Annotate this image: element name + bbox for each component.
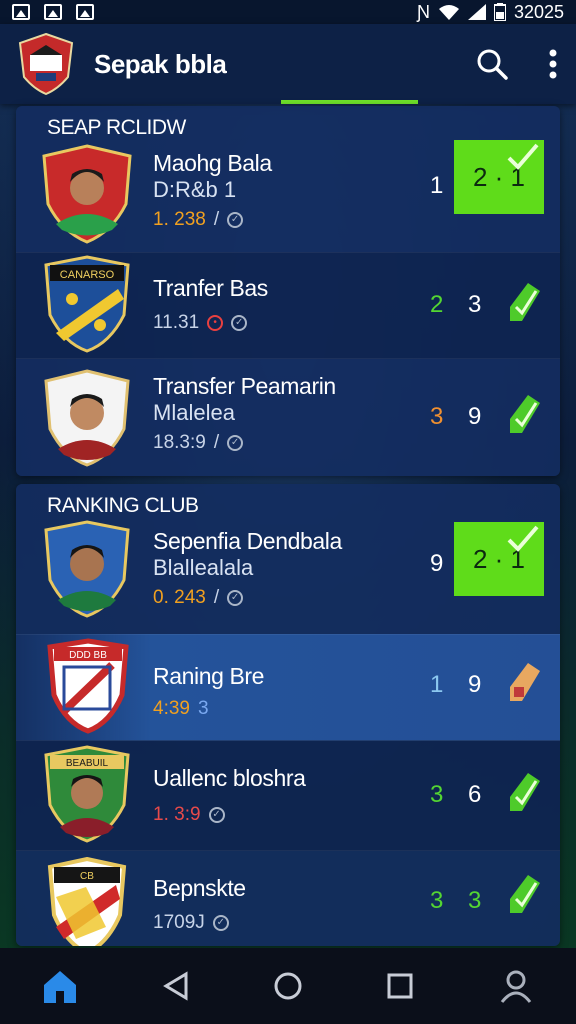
club-crest: CANARSO — [44, 255, 130, 353]
section-ranking-panel: RANKING CLUB Sepenfia Dendbala Blalleala… — [16, 484, 560, 946]
player-avatar — [44, 369, 130, 467]
slash-separator: / — [213, 209, 220, 230]
row-meta-value: 11.31 — [153, 312, 200, 333]
win-tag-icon[interactable] — [506, 771, 540, 811]
club-crest: CB — [47, 857, 127, 946]
player-avatar — [44, 520, 130, 618]
win-tag-icon[interactable] — [506, 281, 540, 321]
score-left: 1 — [430, 172, 444, 199]
signal-icon — [467, 4, 486, 20]
score-right: 9 — [468, 671, 482, 698]
home-circle-icon[interactable] — [273, 971, 303, 1001]
score-result-box[interactable]: 2 · 1 — [454, 140, 544, 214]
check-icon — [507, 143, 539, 170]
row-name: Transfer Peamarin — [153, 373, 336, 399]
back-icon[interactable] — [162, 971, 189, 1001]
home-icon[interactable] — [42, 969, 78, 1003]
verified-icon: ✓ — [208, 807, 225, 823]
battery-icon — [493, 3, 506, 21]
row-name: Sepenfia Dendbala — [153, 528, 342, 554]
slash-separator: / — [213, 432, 220, 453]
row-meta-value: 4:39 — [153, 698, 190, 719]
score-left: 2 — [430, 291, 444, 318]
search-icon[interactable] — [476, 48, 508, 80]
score-result-box[interactable]: 2 · 1 — [454, 522, 544, 596]
score-right: 3 — [468, 887, 482, 914]
score-right: 9 — [468, 403, 482, 430]
win-tag-icon[interactable] — [506, 873, 540, 913]
list-item[interactable]: CB Bepnskte 1709J ✓ 3 3 — [16, 850, 560, 946]
row-subtitle: Mlalelea — [153, 400, 235, 425]
score-left: 3 — [430, 887, 444, 914]
list-item[interactable]: Transfer Peamarin Mlalelea 18.3:9 / ✓ 3 … — [16, 358, 560, 476]
verified-icon: ✓ — [231, 315, 248, 331]
row-meta-value: 1. 238 — [153, 209, 206, 230]
row-name: Tranfer Bas — [153, 275, 268, 301]
verified-icon: ✓ — [227, 590, 244, 606]
section-title: SEAP RCLIDW — [47, 116, 186, 139]
score-left: 3 — [430, 781, 444, 808]
status-bar: Ɲ 32025 — [0, 0, 576, 24]
list-item[interactable]: BEABUIL Uallenc bloshra 1. 3:9 ✓ 3 6 — [16, 740, 560, 851]
player-avatar — [42, 144, 132, 244]
wifi-icon — [438, 5, 459, 20]
gallery-notification-icon — [12, 4, 30, 20]
row-name: Raning Bre — [153, 663, 265, 689]
crest-label: CANARSO — [60, 269, 115, 281]
list-item-selected[interactable]: DDD BB Raning Bre 4:39 3 1 9 — [16, 634, 560, 741]
list-item[interactable]: Sepenfia Dendbala Blallealala 0. 243 / ✓… — [16, 520, 560, 634]
list-item[interactable]: CANARSO Tranfer Bas 11.31 • ✓ 2 3 — [16, 252, 560, 359]
row-meta-value: 18.3:9 — [153, 432, 206, 453]
row-meta-value: 0. 243 — [153, 587, 206, 608]
profile-icon[interactable] — [498, 968, 534, 1004]
bottom-navigation-bar — [0, 948, 576, 1024]
check-icon — [507, 525, 539, 552]
gallery-notification-icon — [44, 4, 62, 20]
verified-icon: ✓ — [212, 915, 229, 931]
list-item[interactable]: Maohg Bala D:R&b 1 1. 238 / ✓ 1 2 · 1 — [16, 140, 560, 252]
crest-label: CB — [80, 871, 94, 882]
slash-separator: / — [213, 587, 220, 608]
gallery-notification-icon — [76, 4, 94, 20]
recents-icon[interactable] — [387, 973, 413, 999]
section-transfer-panel: SEAP RCLIDW Maohg Bala D:R&b 1 1. 238 / … — [16, 106, 560, 476]
score-right: 3 — [468, 291, 482, 318]
pending-tag-icon[interactable] — [506, 661, 540, 701]
row-meta-value: 1709J — [153, 912, 205, 933]
row-meta-value: 1. 3:9 — [153, 804, 201, 825]
active-tab-indicator — [281, 100, 418, 104]
row-name: Bepnskte — [153, 875, 246, 901]
app-title: Sepak bbla — [94, 48, 227, 79]
verified-icon: ✓ — [227, 212, 244, 228]
score-left: 3 — [430, 403, 444, 430]
nfc-icon: Ɲ — [416, 1, 430, 22]
row-subtitle: Blallealala — [153, 555, 254, 580]
player-avatar: BEABUIL — [44, 745, 130, 843]
app-bar: Sepak bbla — [0, 24, 576, 104]
more-vert-icon[interactable] — [548, 49, 558, 79]
score-right: 6 — [468, 781, 482, 808]
row-meta-secondary: 3 — [197, 698, 209, 719]
verified-icon: ✓ — [227, 435, 244, 451]
club-crest: DDD BB — [47, 638, 129, 734]
crest-label: DDD BB — [69, 650, 107, 661]
row-subtitle: D:R&b 1 — [153, 177, 237, 202]
row-name: Maohg Bala — [153, 150, 272, 176]
section-title: RANKING CLUB — [47, 494, 199, 517]
row-name: Uallenc bloshra — [153, 765, 306, 791]
club-crest-logo[interactable] — [18, 33, 74, 95]
score-left: 9 — [430, 550, 444, 577]
score-left: 1 — [430, 671, 444, 698]
win-tag-icon[interactable] — [506, 393, 540, 433]
status-time: 32025 — [513, 1, 564, 22]
crest-label: BEABUIL — [66, 758, 109, 769]
flag-icon: • — [207, 315, 224, 331]
